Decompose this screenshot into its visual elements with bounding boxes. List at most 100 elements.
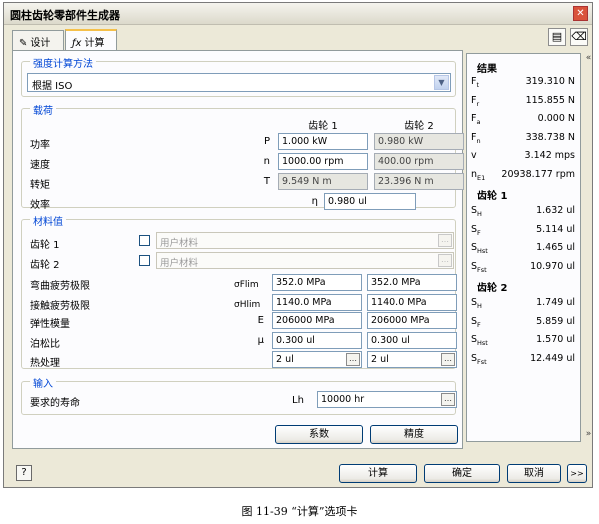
torque-gear1-field: 9.549 N m bbox=[278, 173, 368, 190]
gear2-result-value: 1.570 ul bbox=[536, 334, 575, 345]
pencil-icon: ✎ bbox=[19, 38, 28, 49]
calculation-panel: 强度计算方法 根据 ISO ▼ 载荷 齿轮 1 齿轮 2 功率 P 1.000 … bbox=[12, 50, 464, 449]
tab-design-label: 设计 bbox=[30, 38, 51, 49]
efficiency-input[interactable]: 0.980 ul bbox=[324, 193, 416, 210]
required-life-browse-button[interactable]: … bbox=[441, 393, 455, 406]
heat-treatment-gear1-browse-button[interactable]: … bbox=[346, 353, 360, 366]
ok-button[interactable]: 确定 bbox=[424, 464, 500, 483]
tab-calculation[interactable]: ƒx 计算 bbox=[65, 29, 117, 50]
efficiency-label: 效率 bbox=[30, 200, 50, 211]
heat-treatment-gear2-browse-button[interactable]: … bbox=[441, 353, 455, 366]
required-life-label: 要求的寿命 bbox=[30, 398, 80, 409]
gear2-result-value: 1.749 ul bbox=[536, 297, 575, 308]
gear2-result-symbol: SHst bbox=[471, 334, 488, 347]
torque-gear2-field: 23.396 N m bbox=[374, 173, 464, 190]
gear2-result-value: 5.859 ul bbox=[536, 315, 575, 327]
poisson-ratio-gear1-input[interactable]: 0.300 ul bbox=[272, 332, 362, 349]
accuracy-button[interactable]: 精度 bbox=[370, 425, 458, 444]
gear1-material-label: 齿轮 1 bbox=[30, 240, 60, 251]
result-row: Fr 115.855 N bbox=[471, 94, 575, 110]
result-symbol-subscript: n bbox=[476, 136, 481, 145]
gear1-result-symbol: SH bbox=[471, 205, 482, 218]
gear2-result-symbol-subscript: F bbox=[477, 320, 481, 329]
gear1-result-symbol-subscript: F bbox=[477, 228, 481, 237]
efficiency-symbol: η bbox=[311, 196, 318, 207]
result-symbol: Fa bbox=[471, 113, 480, 126]
close-button[interactable]: ✕ bbox=[573, 6, 588, 21]
strength-method-group: 强度计算方法 根据 ISO ▼ bbox=[21, 55, 456, 97]
help-button[interactable]: ? bbox=[16, 465, 32, 481]
strength-method-select[interactable]: 根据 ISO ▼ bbox=[27, 73, 451, 92]
heat-treatment-gear1-input[interactable]: 2 ul … bbox=[272, 351, 362, 368]
power-gear1-input[interactable]: 1.000 kW bbox=[278, 133, 368, 150]
result-symbol: nE1 bbox=[471, 169, 485, 182]
formula-icon: ƒx bbox=[72, 38, 82, 49]
gear2-result-row: SHst 1.570 ul bbox=[471, 333, 575, 349]
chevron-down-icon[interactable]: ▼ bbox=[434, 75, 449, 90]
gear1-result-row: SH 1.632 ul bbox=[471, 204, 575, 220]
torque-symbol: T bbox=[263, 176, 270, 187]
factors-button[interactable]: 系数 bbox=[275, 425, 363, 444]
scroll-up-icon[interactable]: « bbox=[584, 53, 593, 63]
results-scrollbar[interactable]: « » bbox=[584, 53, 593, 442]
input-group: 输入 要求的寿命 Lh 10000 hr … bbox=[21, 375, 457, 415]
result-symbol-base: v bbox=[471, 150, 477, 161]
required-life-input[interactable]: 10000 hr … bbox=[317, 391, 457, 408]
result-symbol: Fn bbox=[471, 132, 481, 145]
gear2-result-row: SF 5.859 ul bbox=[471, 315, 575, 331]
result-symbol-subscript: E1 bbox=[477, 173, 486, 182]
result-value: 20938.177 rpm bbox=[501, 168, 575, 180]
gear2-material-checkbox[interactable] bbox=[139, 255, 150, 266]
result-symbol-subscript: t bbox=[476, 80, 480, 89]
gear1-results-title: 齿轮 1 bbox=[477, 191, 508, 202]
bending-fatigue-gear1-input[interactable]: 352.0 MPa bbox=[272, 274, 362, 291]
result-row: nE1 20938.177 rpm bbox=[471, 168, 575, 184]
speed-gear1-input[interactable]: 1000.00 rpm bbox=[278, 153, 368, 170]
elastic-modulus-symbol: E bbox=[257, 315, 264, 326]
result-row: v 3.142 mps bbox=[471, 149, 575, 165]
bending-fatigue-gear2-input[interactable]: 352.0 MPa bbox=[367, 274, 457, 291]
power-label: 功率 bbox=[30, 140, 50, 151]
result-symbol: Ft bbox=[471, 76, 479, 89]
gear1-result-symbol-subscript: Fst bbox=[477, 265, 487, 274]
heat-treatment-gear2-input[interactable]: 2 ul … bbox=[367, 351, 457, 368]
tab-design[interactable]: ✎ 设计 bbox=[12, 30, 64, 50]
speed-gear2-field: 400.00 rpm bbox=[374, 153, 464, 170]
result-row: Ft 319.310 N bbox=[471, 75, 575, 91]
gear2-result-symbol: SH bbox=[471, 297, 482, 310]
contact-fatigue-gear2-input[interactable]: 1140.0 MPa bbox=[367, 294, 457, 311]
cancel-button[interactable]: 取消 bbox=[507, 464, 561, 483]
gear1-material-browse-button[interactable]: … bbox=[438, 234, 452, 247]
loads-title: 载荷 bbox=[30, 102, 56, 117]
gear2-result-symbol-subscript: H bbox=[477, 301, 482, 310]
result-symbol-subscript: r bbox=[476, 99, 480, 108]
gear2-result-symbol: SFst bbox=[471, 353, 487, 366]
poisson-ratio-gear2-input[interactable]: 0.300 ul bbox=[367, 332, 457, 349]
result-value: 338.738 N bbox=[525, 131, 575, 143]
gear1-result-row: SHst 1.465 ul bbox=[471, 241, 575, 257]
calculate-button[interactable]: 计算 bbox=[339, 464, 417, 483]
gear2-result-row: SFst 12.449 ul bbox=[471, 352, 575, 368]
clipboard-icon[interactable]: ▤ bbox=[548, 28, 566, 46]
gear1-result-value: 1.465 ul bbox=[536, 242, 575, 253]
elastic-modulus-gear2-input[interactable]: 206000 MPa bbox=[367, 312, 457, 329]
result-value: 115.855 N bbox=[525, 94, 575, 106]
gear1-result-value: 1.632 ul bbox=[536, 205, 575, 216]
more-button[interactable]: >> bbox=[567, 464, 587, 483]
contact-fatigue-label: 接触疲劳极限 bbox=[30, 301, 90, 312]
contact-fatigue-gear1-input[interactable]: 1140.0 MPa bbox=[272, 294, 362, 311]
gear2-material-browse-button[interactable]: … bbox=[438, 254, 452, 267]
gear1-result-row: SFst 10.970 ul bbox=[471, 260, 575, 276]
heat-treatment-gear2-value: 2 ul bbox=[371, 354, 389, 365]
speed-label: 速度 bbox=[30, 160, 50, 171]
elastic-modulus-gear1-input[interactable]: 206000 MPa bbox=[272, 312, 362, 329]
result-value: 0.000 N bbox=[537, 113, 575, 124]
gear1-result-symbol: SFst bbox=[471, 261, 487, 274]
result-symbol: v bbox=[471, 150, 477, 163]
gear1-result-symbol-subscript: Hst bbox=[477, 246, 488, 255]
scroll-down-icon[interactable]: » bbox=[584, 429, 593, 439]
gear1-material-checkbox[interactable] bbox=[139, 235, 150, 246]
torque-label: 转矩 bbox=[30, 180, 50, 191]
gear1-result-value: 10.970 ul bbox=[530, 260, 575, 272]
eraser-icon[interactable]: ⌫ bbox=[570, 28, 588, 46]
